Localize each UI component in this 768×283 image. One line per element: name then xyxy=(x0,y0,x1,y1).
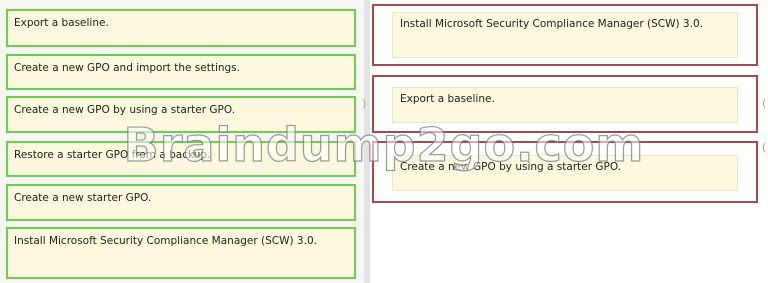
answer-slot-item[interactable]: Install Microsoft Security Compliance Ma… xyxy=(392,12,738,58)
source-item-label: Create a new starter GPO. xyxy=(14,192,152,204)
reorder-handle-icon[interactable]: ) xyxy=(362,98,368,110)
source-item-label: Install Microsoft Security Compliance Ma… xyxy=(14,235,317,247)
answer-slot-1[interactable]: Install Microsoft Security Compliance Ma… xyxy=(372,4,758,66)
source-item-label: Restore a starter GPO from a backup. xyxy=(14,149,211,161)
answer-slot-item[interactable]: Create a new GPO by using a starter GPO. xyxy=(392,155,738,191)
source-item-restore-starter-gpo[interactable]: Restore a starter GPO from a backup. xyxy=(6,141,356,177)
source-item-label: Export a baseline. xyxy=(14,17,109,29)
answer-slot-label: Export a baseline. xyxy=(400,93,495,105)
answer-slot-label: Install Microsoft Security Compliance Ma… xyxy=(400,18,703,30)
source-item-create-starter-gpo[interactable]: Create a new starter GPO. xyxy=(6,184,356,221)
source-item-label: Create a new GPO and import the settings… xyxy=(14,62,240,74)
reorder-handle-icon[interactable]: ( xyxy=(762,142,768,154)
answer-slot-item[interactable]: Export a baseline. xyxy=(392,87,738,123)
answer-slot-label: Create a new GPO by using a starter GPO. xyxy=(400,161,622,173)
source-item-label: Create a new GPO by using a starter GPO. xyxy=(14,104,236,116)
source-item-install-scm[interactable]: Install Microsoft Security Compliance Ma… xyxy=(6,227,356,279)
source-item-export-baseline[interactable]: Export a baseline. xyxy=(6,9,356,47)
answer-slot-2[interactable]: Export a baseline. xyxy=(372,75,758,133)
reorder-handle-icon[interactable]: ( xyxy=(762,98,768,110)
source-item-create-gpo-starter[interactable]: Create a new GPO by using a starter GPO. xyxy=(6,96,356,133)
source-item-create-gpo-import[interactable]: Create a new GPO and import the settings… xyxy=(6,54,356,90)
answer-slot-3[interactable]: Create a new GPO by using a starter GPO. xyxy=(372,141,758,203)
